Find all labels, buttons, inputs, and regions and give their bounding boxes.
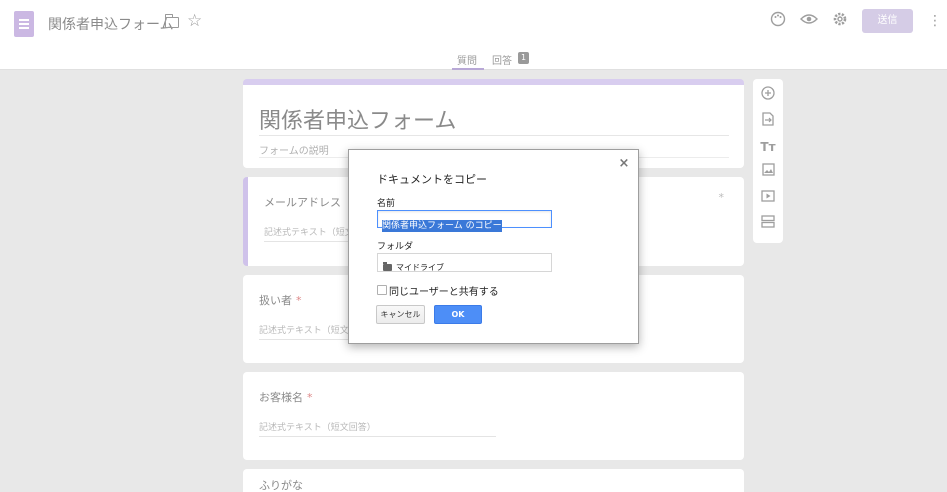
share-checkbox[interactable] [377,285,387,295]
form-heading[interactable]: 関係者申込フォーム [259,103,456,135]
import-questions-icon[interactable] [758,112,778,132]
add-video-icon[interactable] [758,189,778,209]
cancel-button[interactable]: キャンセル [376,305,425,324]
form-title[interactable]: 関係者申込フォーム [48,14,174,34]
side-toolbar: Tт [753,79,783,243]
copy-name-input[interactable]: 関係者申込フォーム のコピー [377,210,552,232]
tab-questions[interactable]: 質問 [457,52,477,67]
more-options-icon[interactable]: ⋮ [928,11,942,31]
star-icon[interactable]: ☆ [187,11,202,31]
folder-label: フォルダ [377,242,414,252]
question-label[interactable]: メールアドレス [264,194,341,210]
question-card-customer[interactable]: お客様名 * 記述式テキスト（短文回答） [243,372,744,460]
required-mark: * [718,191,725,204]
add-question-icon[interactable] [758,86,778,106]
active-tab-indicator [452,68,484,70]
share-checkbox-label[interactable]: 同じユーザーと共有する [389,283,499,298]
folder-icon [383,262,392,271]
short-answer-hint: 記述式テキスト（短文回答） [259,423,376,433]
folder-picker[interactable]: マイドライブ [377,253,552,272]
dialog-title: ドキュメントをコピー [377,173,487,186]
copy-name-value[interactable]: 関係者申込フォーム のコピー [382,220,502,232]
folder-value: マイドライブ [396,263,444,272]
answer-underline [259,436,496,437]
required-mark: * [296,294,302,307]
top-header: 関係者申込フォーム ☆ 送信 ⋮ 質問 回答 1 [0,0,947,70]
forms-app-icon[interactable] [14,11,34,37]
tab-responses[interactable]: 回答 [492,52,512,67]
question-label[interactable]: ふりがな [259,477,303,492]
responses-count-badge: 1 [518,52,529,64]
name-label: 名前 [377,199,396,209]
question-card-furigana[interactable]: ふりがな [243,469,744,492]
ok-button[interactable]: OK [434,305,482,324]
preview-eye-icon[interactable] [799,11,819,31]
palette-icon[interactable] [768,11,788,31]
add-section-icon[interactable] [758,215,778,235]
send-button[interactable]: 送信 [862,9,913,33]
copy-document-dialog: × ドキュメントをコピー 名前 関係者申込フォーム のコピー フォルダ マイドラ… [348,149,639,344]
add-title-text-icon[interactable]: Tт [758,137,778,157]
question-label[interactable]: 扱い者 * [259,292,302,308]
folder-icon[interactable] [164,14,179,28]
add-image-icon[interactable] [758,163,778,183]
close-icon[interactable]: × [617,156,631,172]
title-underline [259,135,729,136]
required-mark: * [307,391,313,404]
settings-gear-icon[interactable] [830,11,850,31]
question-label[interactable]: お客様名 * [259,389,313,405]
form-description[interactable]: フォームの説明 [259,142,329,157]
